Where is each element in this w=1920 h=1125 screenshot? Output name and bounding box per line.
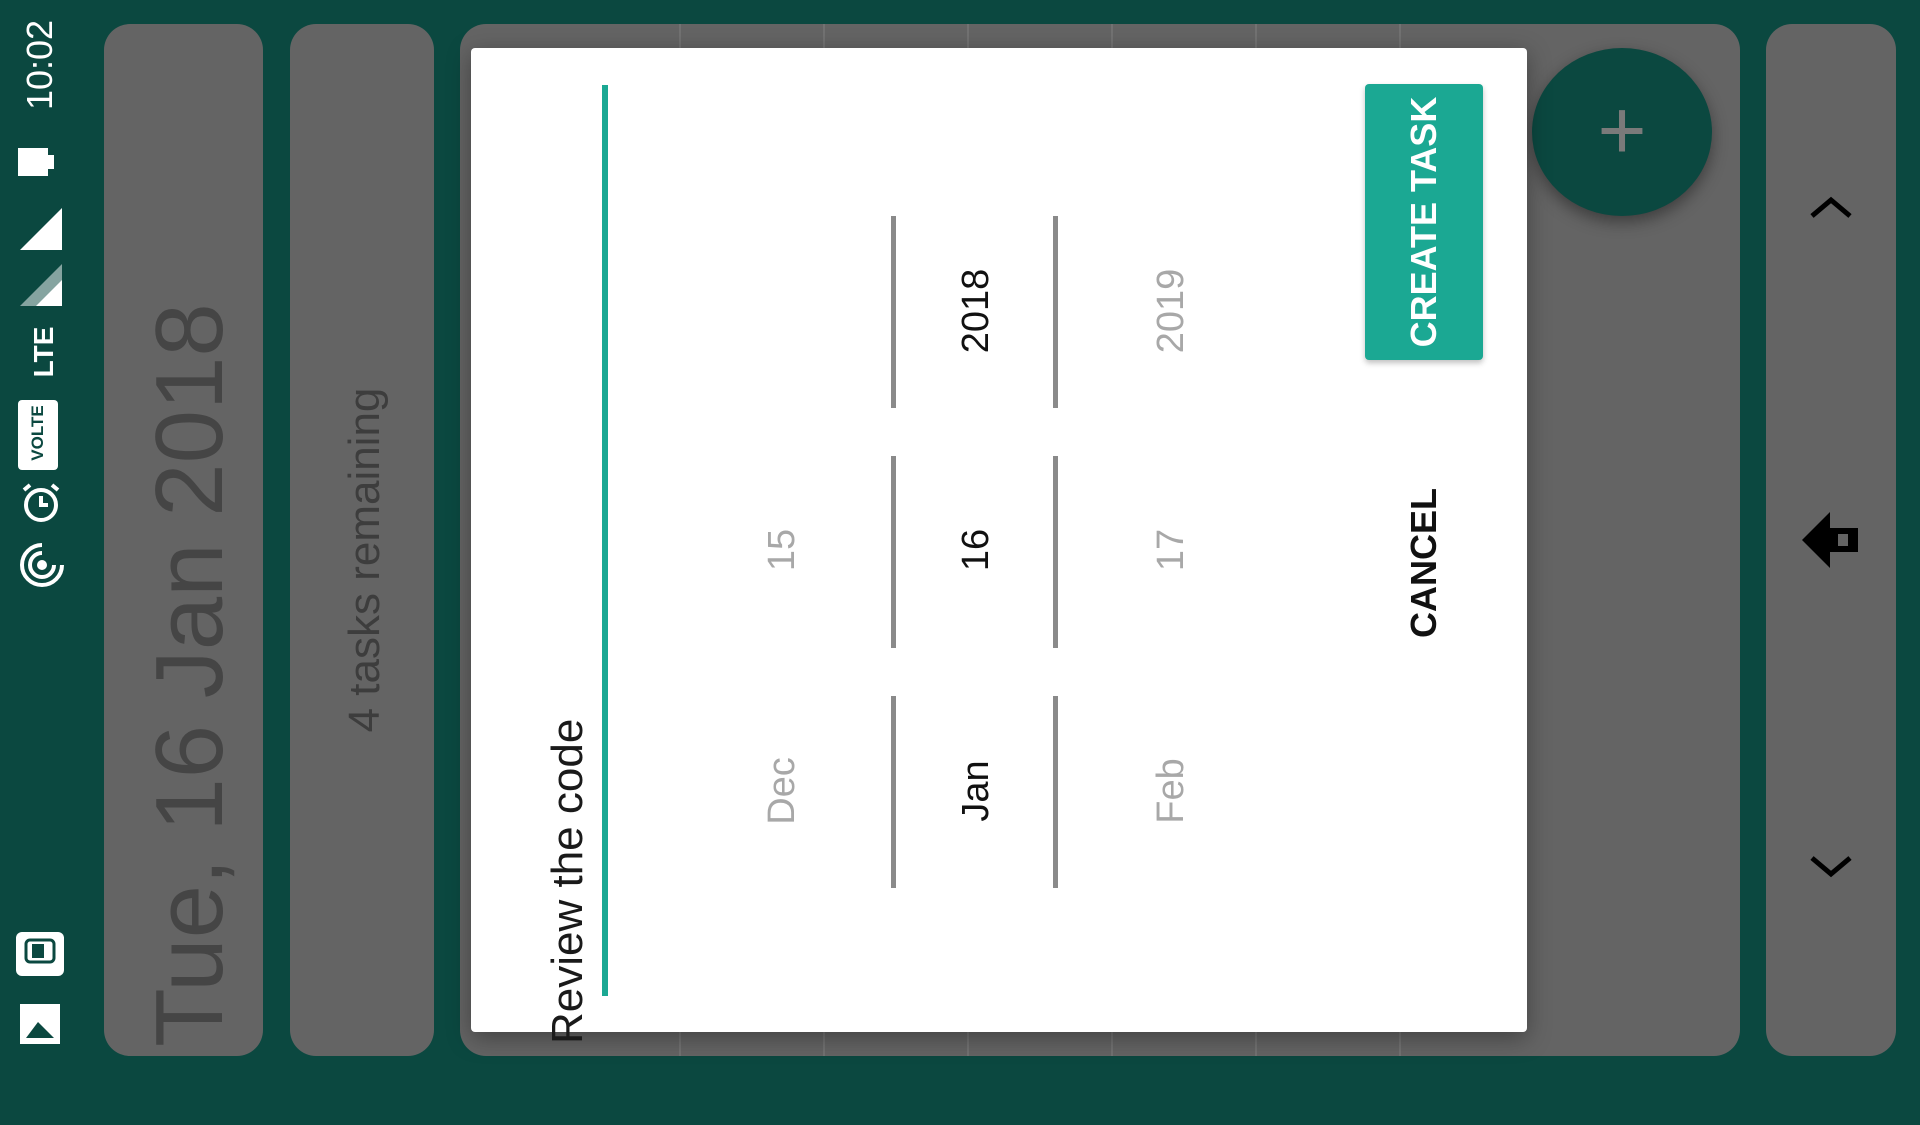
status-bar: 10:02 LTE VOLTE (0, 0, 80, 1080)
picker-day-selected[interactable]: 16 (951, 450, 1001, 650)
volte-label: VOLTE (28, 405, 47, 461)
picker-divider (1053, 696, 1058, 888)
status-time: 10:02 (19, 19, 60, 111)
nav-home-button[interactable] (1766, 490, 1896, 590)
chevron-down-icon (1810, 856, 1852, 878)
picker-divider (891, 696, 896, 888)
cancel-label: CANCEL (1403, 488, 1444, 638)
alarm-icon (22, 483, 60, 522)
page-title: Tue, 16 Jan 2018 (136, 303, 243, 1047)
picker-divider (891, 456, 896, 648)
volte-badge: VOLTE (18, 400, 58, 470)
add-task-fab[interactable]: + (1532, 48, 1712, 216)
create-task-label: CREATE TASK (1403, 96, 1444, 348)
nav-up-button[interactable] (1766, 160, 1896, 260)
picker-day-previous[interactable]: 15 (757, 450, 807, 650)
task-name-value: Review the code (543, 718, 592, 1044)
picker-month-next[interactable]: Feb (1146, 691, 1196, 891)
chevron-up-icon (1810, 196, 1852, 218)
battery-icon (18, 148, 54, 176)
hotspot-icon (20, 543, 64, 587)
plus-icon: + (1597, 83, 1647, 177)
task-name-input[interactable]: Review the code (528, 84, 608, 1044)
tasks-remaining-label: 4 tasks remaining (340, 387, 389, 733)
create-task-button[interactable]: CREATE TASK (1365, 84, 1483, 360)
lte-indicator: LTE (28, 326, 59, 378)
picker-day-next[interactable]: 17 (1146, 450, 1196, 650)
nav-down-button[interactable] (1766, 814, 1896, 914)
picker-year-selected[interactable]: 2018 (951, 211, 1001, 411)
signal-icon (20, 264, 62, 306)
photo-icon (20, 1004, 60, 1044)
picker-month-selected[interactable]: Jan (951, 691, 1001, 891)
input-underline (602, 85, 608, 996)
create-task-dialog: Review the code Dec 15 Jan 16 2018 Feb 1… (471, 48, 1527, 1044)
home-icon (1802, 512, 1858, 568)
picker-divider (891, 216, 896, 408)
picker-divider (1053, 216, 1058, 408)
app-notification-icon (16, 932, 64, 976)
picker-year-next[interactable]: 2019 (1146, 211, 1196, 411)
navigation-bar (1766, 24, 1896, 1056)
cancel-button[interactable]: CANCEL (1365, 443, 1483, 683)
picker-divider (1053, 456, 1058, 648)
picker-month-previous[interactable]: Dec (757, 691, 807, 891)
signal-icon (20, 208, 62, 250)
